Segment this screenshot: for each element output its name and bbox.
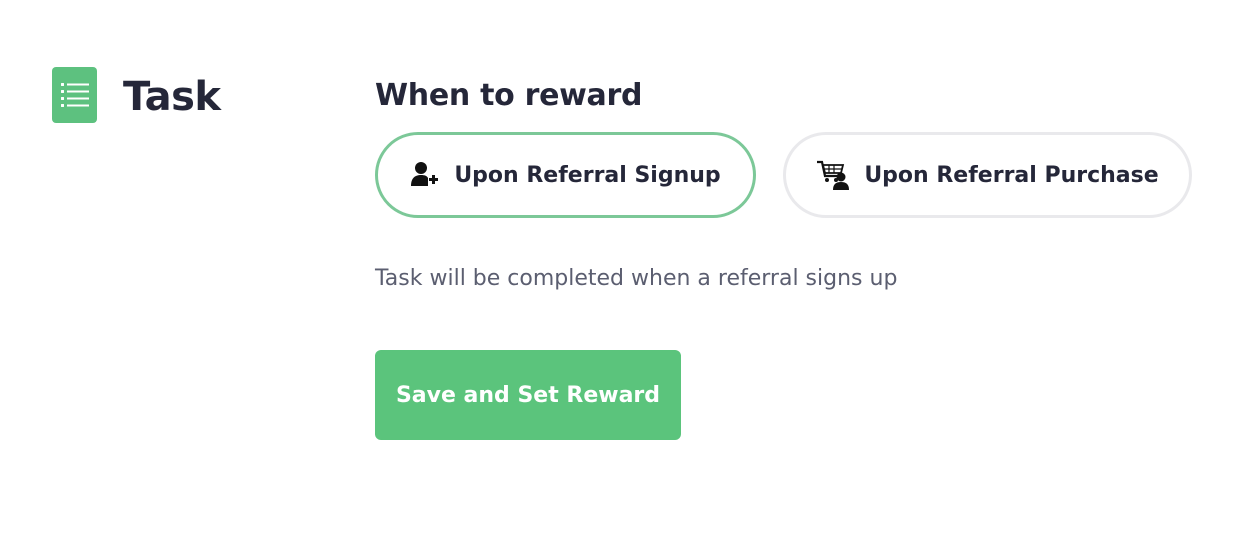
cart-user-icon (816, 159, 850, 191)
option-referral-purchase[interactable]: Upon Referral Purchase (783, 132, 1192, 218)
save-and-set-reward-button[interactable]: Save and Set Reward (375, 350, 681, 440)
option-referral-signup[interactable]: Upon Referral Signup (375, 132, 756, 218)
add-user-icon (410, 160, 440, 190)
when-to-reward-heading: When to reward (375, 78, 643, 113)
page-title: Task (123, 74, 221, 120)
list-icon (52, 67, 97, 123)
option-referral-signup-label: Upon Referral Signup (454, 162, 721, 188)
option-referral-purchase-label: Upon Referral Purchase (864, 162, 1159, 188)
task-description: Task will be completed when a referral s… (375, 266, 898, 291)
